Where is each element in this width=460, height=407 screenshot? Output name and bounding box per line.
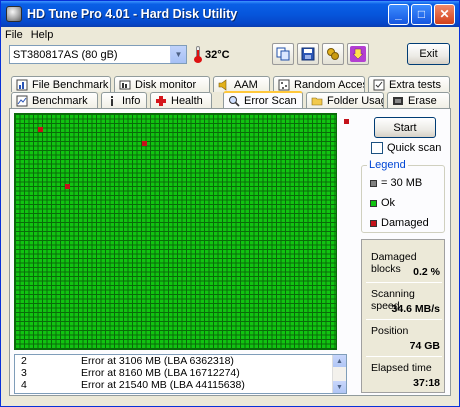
tab-label: Info (122, 94, 141, 107)
maximize-icon: □ (417, 7, 426, 21)
elapsed-time-value: 37:18 (413, 377, 440, 389)
close-icon: ✕ (439, 7, 450, 21)
position-value: 74 GB (409, 340, 440, 352)
options-icon (327, 48, 339, 60)
exit-button[interactable]: Exit (407, 43, 450, 65)
quick-scan-checkbox[interactable]: Quick scan (371, 142, 441, 154)
tab-label: Extra tests (389, 78, 441, 91)
chevron-down-icon[interactable]: ▼ (170, 46, 186, 63)
window-title: HD Tune Pro 4.01 - Hard Disk Utility (27, 7, 238, 21)
tab-label: Random Access (294, 78, 364, 91)
temperature-readout: 32°C (205, 49, 230, 61)
tab-erase[interactable]: Erase (387, 92, 450, 108)
tab-label: Folder Usage (327, 94, 383, 107)
tab-label: AAM (234, 78, 258, 91)
damaged-block (65, 184, 70, 189)
menu-file[interactable]: File (5, 29, 23, 41)
drive-select[interactable]: ST380817AS (80 gB) ▼ (9, 45, 187, 64)
legend-block-size: = 30 MB (370, 177, 422, 189)
unscanned-swatch (370, 179, 377, 187)
divider (366, 356, 442, 357)
download-button[interactable] (347, 43, 369, 65)
save-button[interactable] (297, 43, 319, 65)
damaged-block (142, 141, 147, 146)
damaged-block (38, 127, 43, 132)
error-log-list[interactable]: 2 Error at 3106 MB (LBA 6362318) 3 Error… (14, 354, 347, 394)
list-item: 4 Error at 21540 MB (LBA 44115638) (21, 379, 245, 391)
checkbox-box[interactable] (371, 142, 383, 154)
benchmark-icon (15, 94, 28, 107)
menu-help[interactable]: Help (31, 29, 54, 41)
tab-disk-monitor[interactable]: Disk monitor (114, 76, 210, 92)
extra-tests-icon (372, 78, 385, 91)
list-item: 2 Error at 3106 MB (LBA 6362318) (21, 355, 234, 367)
scanning-speed-value: 34.6 MB/s (391, 303, 440, 315)
health-icon (154, 94, 167, 107)
damaged-swatch (370, 219, 377, 227)
tab-label: Benchmark (32, 94, 88, 107)
legend-damaged: Damaged (370, 217, 429, 229)
scan-stats: Damaged blocks 0.2 % Scanning speed 34.6… (361, 239, 445, 393)
scroll-up-icon[interactable]: ▲ (333, 355, 346, 367)
tab-label: File Benchmark (32, 78, 109, 91)
tab-label: Health (171, 94, 203, 107)
speaker-icon (217, 78, 230, 91)
divider (366, 282, 442, 283)
log-scrollbar[interactable]: ▲ ▼ (332, 355, 346, 393)
position-label: Position (371, 325, 409, 337)
quick-scan-label: Quick scan (387, 142, 442, 154)
download-icon (350, 46, 366, 62)
tab-health[interactable]: Health (150, 92, 212, 108)
legend-ok: Ok (370, 197, 395, 209)
tab-label: Disk monitor (135, 78, 197, 91)
copy-icon (276, 47, 290, 61)
damaged-block (344, 119, 349, 124)
tab-label: Erase (408, 94, 437, 107)
tab-error-scan[interactable]: Error Scan (223, 91, 303, 108)
random-access-icon (277, 78, 290, 91)
minimize-button[interactable]: _ (388, 3, 409, 25)
tab-random-access[interactable]: Random Access (273, 76, 365, 92)
app-window: HD Tune Pro 4.01 - Hard Disk Utility _ □… (0, 0, 460, 407)
legend-title: Legend (367, 159, 408, 171)
app-disk-icon (6, 6, 22, 22)
error-scan-panel: 2 Error at 3106 MB (LBA 6362318) 3 Error… (9, 108, 451, 396)
title-bar[interactable]: HD Tune Pro 4.01 - Hard Disk Utility _ □… (1, 1, 459, 27)
minimize-icon: _ (395, 7, 402, 21)
magnifier-icon (227, 94, 240, 107)
maximize-button[interactable]: □ (411, 3, 432, 25)
list-item: 3 Error at 8160 MB (LBA 16712274) (21, 367, 240, 379)
divider (366, 319, 442, 320)
damaged-blocks-value: 0.2 % (413, 266, 440, 278)
tab-folder-usage[interactable]: Folder Usage (306, 92, 384, 108)
tab-label: Error Scan (244, 94, 297, 107)
erase-icon (391, 94, 404, 107)
tab-file-benchmark[interactable]: File Benchmark (11, 76, 111, 92)
menu-bar: File Help (1, 27, 459, 43)
info-icon (105, 94, 118, 107)
legend: Legend = 30 MB Ok Damaged (361, 159, 445, 233)
scan-block-map (14, 113, 349, 350)
close-button[interactable]: ✕ (434, 3, 455, 25)
tab-extra-tests[interactable]: Extra tests (368, 76, 450, 92)
save-icon (301, 47, 315, 61)
copy-button[interactable] (272, 43, 294, 65)
file-benchmark-icon (15, 78, 28, 91)
folder-icon (310, 94, 323, 107)
elapsed-time-label: Elapsed time (371, 362, 432, 374)
tab-info[interactable]: Info (101, 92, 147, 108)
ok-swatch (370, 199, 377, 207)
thermometer-icon (194, 46, 202, 63)
drive-select-value: ST380817AS (80 gB) (13, 48, 118, 61)
disk-monitor-icon (118, 78, 131, 91)
tab-benchmark[interactable]: Benchmark (11, 92, 98, 108)
start-button[interactable]: Start (374, 117, 436, 138)
options-button[interactable] (322, 43, 344, 65)
tab-aam[interactable]: AAM (213, 76, 270, 92)
scroll-down-icon[interactable]: ▼ (333, 381, 346, 393)
